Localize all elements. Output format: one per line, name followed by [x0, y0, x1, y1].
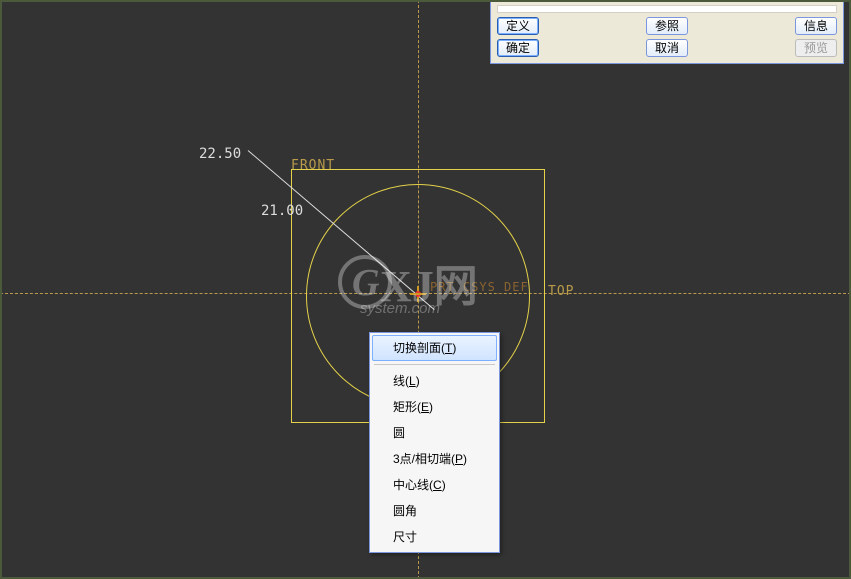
- origin-marker: [410, 286, 426, 302]
- ctx-centerline[interactable]: 中心线(C): [372, 472, 497, 498]
- label-top: TOP: [548, 284, 574, 299]
- ctx-rectangle[interactable]: 矩形(E): [372, 394, 497, 420]
- ctx-separator: [374, 364, 495, 365]
- reference-button[interactable]: 参照: [646, 17, 688, 35]
- dialog-row-1: 定义 参照 信息: [497, 17, 837, 35]
- context-menu: 切换剖面(T) 线(L) 矩形(E) 圆 3点/相切端(P) 中心线(C) 圆角…: [369, 332, 500, 553]
- ctx-3pt-tangent[interactable]: 3点/相切端(P): [372, 446, 497, 472]
- ok-button[interactable]: 确定: [497, 39, 539, 57]
- dialog-list-area: [497, 5, 837, 13]
- ctx-dimension[interactable]: 尺寸: [372, 524, 497, 550]
- info-button[interactable]: 信息: [795, 17, 837, 35]
- label-csys: PRT_CSYS_DEF: [430, 280, 529, 294]
- ctx-circle[interactable]: 圆: [372, 420, 497, 446]
- dialog-row-2: 确定 取消 预览: [497, 39, 837, 57]
- dimension-value-1[interactable]: 22.50: [199, 146, 241, 162]
- label-front: FRONT: [291, 158, 335, 173]
- define-button[interactable]: 定义: [497, 17, 539, 35]
- feature-dialog: 定义 参照 信息 确定 取消 预览: [490, 0, 844, 64]
- dimension-value-2[interactable]: 21.00: [261, 203, 303, 219]
- cancel-button[interactable]: 取消: [646, 39, 688, 57]
- ctx-fillet[interactable]: 圆角: [372, 498, 497, 524]
- ctx-line[interactable]: 线(L): [372, 368, 497, 394]
- preview-button: 预览: [795, 39, 837, 57]
- ctx-toggle-section[interactable]: 切换剖面(T): [372, 335, 497, 361]
